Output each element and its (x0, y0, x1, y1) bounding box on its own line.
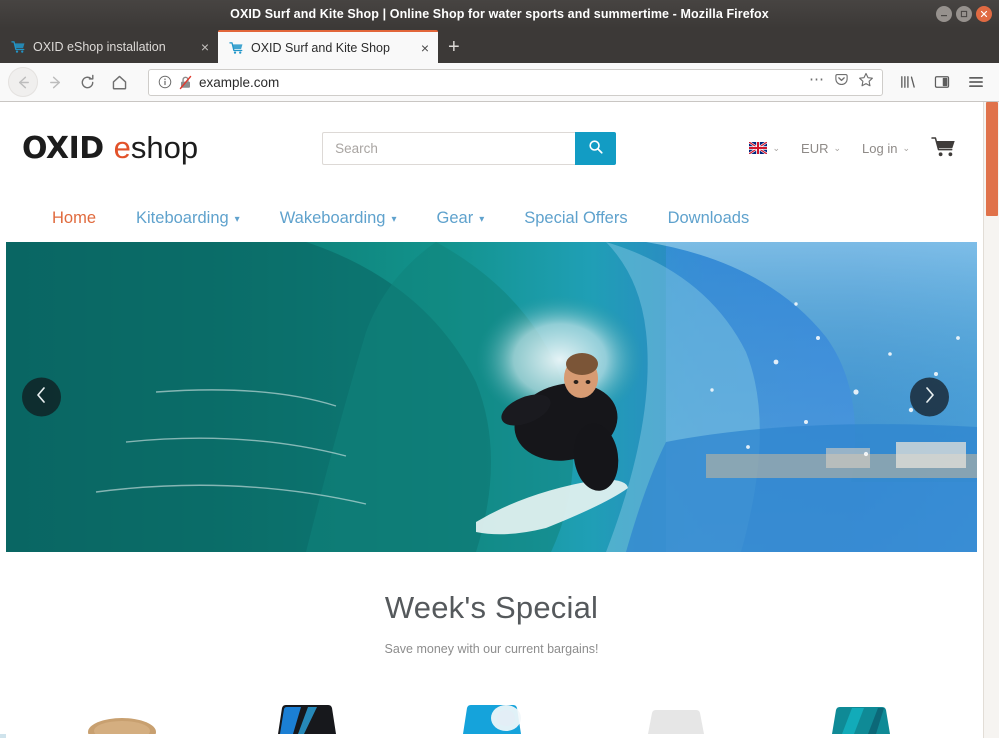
main-navigation: Home Kiteboarding ▾ Wakeboarding ▾ Gear … (0, 194, 983, 242)
url-text[interactable]: example.com (199, 75, 803, 90)
hero-image-surfer (6, 242, 977, 552)
hero-carousel (6, 242, 977, 552)
site-logo[interactable]: OXID e shop (22, 132, 198, 164)
sidebar-button[interactable] (927, 67, 957, 97)
browser-toolbar: example.com ⋯ (0, 63, 999, 102)
nav-item-special-offers[interactable]: Special Offers (504, 209, 647, 228)
product-thumb-3[interactable] (399, 694, 584, 734)
language-switcher[interactable]: ⌄ (748, 141, 781, 155)
info-icon[interactable] (158, 75, 172, 89)
currency-switcher[interactable]: EUR ⌄ (801, 141, 841, 156)
back-button[interactable] (8, 67, 38, 97)
window-title: OXID Surf and Kite Shop | Online Shop fo… (230, 7, 769, 21)
cart-button[interactable] (931, 136, 957, 161)
login-menu[interactable]: Log in ⌄ (862, 141, 910, 156)
toolbar-right-buttons (893, 67, 991, 97)
reload-button[interactable] (72, 67, 102, 97)
titlebar: OXID Surf and Kite Shop | Online Shop fo… (0, 0, 999, 28)
product-thumb-4[interactable] (584, 694, 769, 734)
logo-text-shop: shop (130, 130, 199, 165)
home-button[interactable] (104, 67, 134, 97)
chevron-left-icon (35, 386, 48, 408)
cart-icon (931, 136, 957, 161)
browser-tab-2[interactable]: OXID Surf and Kite Shop × (218, 30, 438, 63)
currency-label: EUR (801, 140, 829, 156)
urlbar-actions: ⋯ (809, 72, 877, 93)
carousel-next-button[interactable] (910, 377, 949, 417)
forward-button[interactable] (40, 67, 70, 97)
product-thumb-1[interactable] (30, 694, 215, 734)
menu-button[interactable] (961, 67, 991, 97)
site-header: OXID e shop Search ⌄ EUR ⌄ Log in ⌄ (0, 102, 983, 194)
nav-item-downloads[interactable]: Downloads (648, 209, 770, 228)
browser-window: OXID Surf and Kite Shop | Online Shop fo… (0, 0, 999, 738)
chevron-down-icon: ▾ (479, 213, 485, 225)
tab-title: OXID eShop installation (33, 39, 166, 54)
header-utility-bar: ⌄ EUR ⌄ Log in ⌄ (748, 136, 961, 161)
weeks-special-section: Week's Special Save money with our curre… (0, 552, 983, 734)
chevron-right-icon (923, 386, 936, 408)
cart-favicon (229, 41, 244, 55)
chevron-down-icon: ▾ (234, 213, 240, 225)
nav-item-kiteboarding[interactable]: Kiteboarding ▾ (116, 209, 260, 228)
nav-item-home[interactable]: Home (46, 209, 116, 228)
nav-item-wakeboarding[interactable]: Wakeboarding ▾ (260, 209, 417, 228)
pocket-icon[interactable] (834, 72, 849, 92)
chevron-down-icon: ▾ (391, 213, 397, 225)
tab-title: OXID Surf and Kite Shop (251, 40, 390, 55)
new-tab-button[interactable]: + (438, 30, 470, 63)
tab-close-icon[interactable]: × (201, 40, 209, 54)
search-button[interactable] (575, 131, 617, 165)
section-heading: Week's Special (384, 590, 599, 625)
page-scrollbar[interactable] (983, 102, 999, 738)
logo-text-oxid: OXID (22, 131, 104, 166)
nav-label: Home (52, 208, 97, 227)
broken-lock-icon[interactable] (178, 75, 193, 90)
page-scrollbar-thumb[interactable] (986, 102, 998, 216)
library-button[interactable] (893, 67, 923, 97)
login-label: Log in (862, 140, 898, 156)
url-bar[interactable]: example.com ⋯ (148, 68, 883, 96)
cart-favicon (11, 40, 26, 54)
logo-text-e: e (113, 130, 131, 165)
chevron-down-icon: ⌄ (772, 142, 781, 153)
nav-label: Wakeboarding (279, 208, 386, 227)
maximize-button[interactable] (956, 6, 972, 22)
uk-flag-icon (748, 141, 769, 155)
browser-tab-1[interactable]: OXID eShop installation × (0, 30, 218, 63)
search-input[interactable] (322, 131, 576, 165)
search-icon (588, 139, 604, 158)
window-controls (936, 0, 992, 28)
minimize-button[interactable] (936, 6, 952, 22)
product-row (0, 694, 983, 734)
page-viewport: OXID e shop Search ⌄ EUR ⌄ Log in ⌄ Home… (0, 102, 999, 738)
star-icon[interactable] (858, 72, 874, 93)
close-button[interactable] (976, 6, 992, 22)
carousel-prev-button[interactable] (22, 377, 61, 417)
chevron-down-icon: ⌄ (833, 142, 842, 153)
nav-label: Downloads (667, 208, 750, 227)
page-actions-icon[interactable]: ⋯ (809, 72, 825, 87)
nav-label: Special Offers (524, 208, 628, 227)
web-page: OXID e shop Search ⌄ EUR ⌄ Log in ⌄ Home… (0, 102, 983, 734)
product-thumb-2[interactable] (215, 694, 400, 734)
nav-label: Gear (436, 208, 474, 227)
section-subheading: Save money with our current bargains! (384, 642, 599, 656)
product-thumb-5[interactable] (768, 694, 953, 734)
search-form (322, 131, 617, 165)
nav-item-gear[interactable]: Gear ▾ (417, 209, 505, 228)
tab-close-icon[interactable]: × (421, 41, 429, 55)
tab-strip: OXID eShop installation × OXID Surf and … (0, 28, 999, 63)
nav-label: Kiteboarding (136, 208, 229, 227)
chevron-down-icon: ⌄ (902, 142, 910, 153)
